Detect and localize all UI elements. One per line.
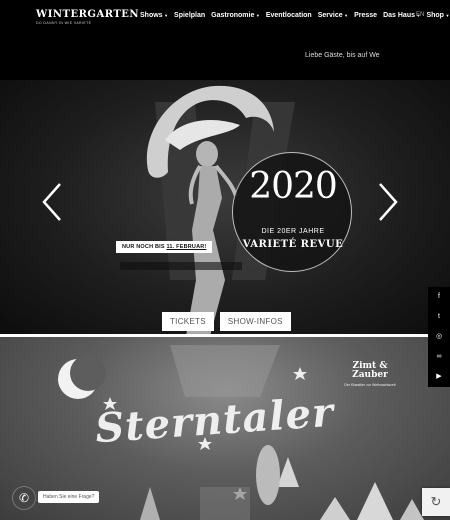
tickets-button[interactable]: TICKETS — [162, 312, 214, 331]
ticker-text: Liebe Gäste, bis auf We — [305, 52, 380, 59]
zimt-zauber-subtitle: Der Klassiker zur Weihnachtszeit — [344, 382, 396, 387]
chevron-down-icon: ▼ — [344, 13, 349, 18]
nav-label: Das Haus — [383, 12, 415, 19]
slider-prev-button[interactable] — [40, 182, 64, 222]
nav-item-gastronomie[interactable]: Gastronomie ▼ — [211, 12, 260, 19]
zimt-zauber-logo: Zimt & Zauber Der Klassiker zur Weihnach… — [340, 361, 400, 387]
slider-next-button[interactable] — [376, 182, 400, 222]
nav-item-shows[interactable]: Shows ▼ — [140, 12, 168, 19]
deadline-badge: NUR NOCH BIS 11. FEBRUAR! — [116, 241, 213, 253]
site-header: WINTERGARTEN DO DANNY IN WIE VARIETÉ Sho… — [0, 0, 450, 36]
show-subtitle: DIE 20ER JAHRE — [261, 228, 325, 235]
chevron-right-icon — [379, 183, 398, 221]
nav-label: Gastronomie — [211, 12, 255, 19]
nav-label: Service — [317, 12, 343, 19]
youtube-icon[interactable]: ▶ — [428, 367, 450, 387]
hero-actions: TICKETS SHOW-INFOS — [162, 312, 291, 331]
facebook-icon[interactable]: f — [428, 287, 450, 307]
nav-item-eventlocation[interactable]: Eventlocation — [266, 12, 312, 19]
nav-label: Eventlocation — [265, 12, 312, 19]
nav-item-service[interactable]: Service ▼ — [318, 12, 348, 19]
show-title-roundel: 2020 DIE 20ER JAHRE VARIETÉ REVUE — [232, 152, 352, 272]
whatsapp-bubble[interactable]: Haben Sie eine Frage? — [38, 491, 100, 503]
nav-label: Presse — [354, 12, 378, 19]
nav-item-shop[interactable]: Shop ▼ — [426, 12, 449, 19]
badge-text: NUR NOCH BIS — [122, 244, 167, 250]
chevron-down-icon: ▼ — [164, 13, 169, 18]
badge-date: 11. FEBRUAR! — [166, 244, 207, 250]
language-switch[interactable]: EN — [416, 12, 424, 18]
nav-item-spielplan[interactable]: Spielplan — [174, 12, 205, 19]
chevron-down-icon: ▼ — [255, 13, 260, 18]
logo-wordmark: WINTERGARTEN — [36, 9, 140, 20]
hero-slider: NUR NOCH BIS 11. FEBRUAR! 2020 DIE 20ER … — [0, 80, 450, 336]
chevron-down-icon: ▼ — [445, 13, 450, 18]
nav-item-presse[interactable]: Presse — [354, 12, 377, 19]
recaptcha-icon: ↻ — [430, 494, 442, 509]
show-infos-button[interactable]: SHOW-INFOS — [219, 312, 291, 331]
whatsapp-button[interactable]: ✆ — [12, 486, 36, 510]
twitter-icon[interactable]: t — [428, 307, 450, 327]
tripadvisor-icon[interactable]: ∞ — [428, 347, 450, 367]
zimt-zauber-title: Zimt & Zauber — [352, 361, 388, 381]
nav-label: Shows — [140, 12, 163, 19]
site-logo[interactable]: WINTERGARTEN DO DANNY IN WIE VARIETÉ — [36, 9, 139, 25]
show-year: 2020 — [249, 166, 338, 207]
logo-tagline: DO DANNY IN WIE VARIETÉ — [36, 21, 92, 25]
instagram-icon[interactable]: ◎ — [428, 327, 450, 347]
show-title: VARIETÉ REVUE — [242, 239, 344, 250]
recaptcha-badge[interactable]: ↻ — [422, 488, 450, 516]
announcement-ticker: Liebe Gäste, bis auf We — [0, 36, 450, 80]
nav-item-das-haus[interactable]: Das Haus ▼ — [383, 12, 420, 19]
nav-label: Shop — [426, 12, 444, 19]
whatsapp-icon: ✆ — [18, 491, 30, 505]
main-nav: Shows ▼ Spielplan Gastronomie ▼ Eventlocat… — [140, 12, 449, 19]
social-sidebar: f t ◎ ∞ ▶ — [428, 287, 450, 387]
chevron-left-icon — [42, 183, 61, 221]
nav-label: Spielplan — [174, 12, 206, 19]
